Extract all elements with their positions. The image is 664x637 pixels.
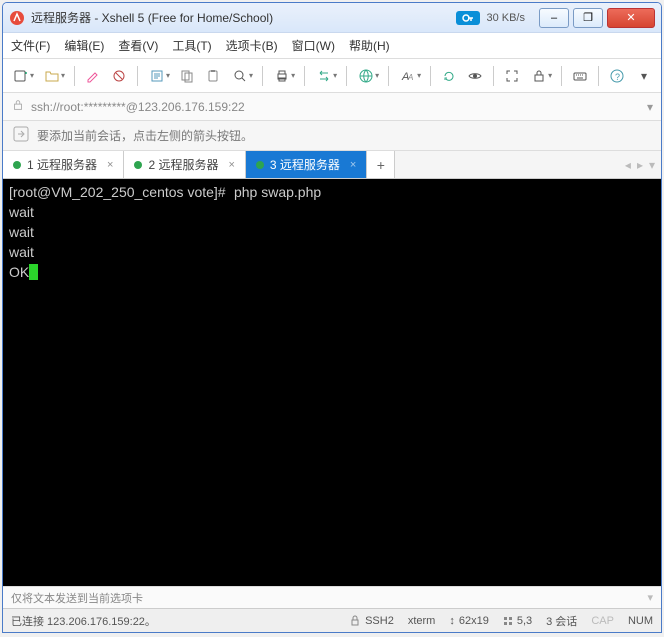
tab-session-2[interactable]: 2 远程服务器 × (124, 151, 245, 178)
toolbar: ▾ ▾ ▾ ▾ ▾ ▾ ▾ AA▾ ▾ ? ▾ (3, 59, 661, 93)
send-target-bar: 仅将文本发送到当前选项卡 ▾ (3, 586, 661, 608)
separator (598, 66, 599, 86)
terminal-line: wait (9, 204, 34, 220)
tabs-nav: ◂ ▸ ▾ (619, 151, 661, 178)
terminal-line: wait (9, 244, 34, 260)
copy-button[interactable] (176, 65, 198, 87)
terminal-command: php swap.php (234, 184, 321, 200)
menubar: 文件(F) 编辑(E) 查看(V) 工具(T) 选项卡(B) 窗口(W) 帮助(… (3, 33, 661, 59)
svg-text:?: ? (615, 72, 620, 82)
tab-close-icon[interactable]: × (228, 159, 234, 171)
network-rate: 30 KB/s (486, 12, 525, 24)
tabs-list-icon[interactable]: ▾ (649, 158, 655, 172)
address-text[interactable]: ssh://root:*********@123.206.176.159:22 (31, 100, 641, 114)
grid-icon (503, 616, 513, 626)
window-title: 远程服务器 - Xshell 5 (Free for Home/School) (31, 9, 456, 26)
lock-icon (11, 98, 25, 115)
separator (388, 66, 389, 86)
tab-session-3[interactable]: 3 远程服务器 × (246, 151, 367, 178)
font-button[interactable]: AA▾ (396, 65, 423, 87)
arrow-icon[interactable] (13, 126, 29, 145)
menu-window[interactable]: 窗口(W) (292, 37, 335, 54)
separator (561, 66, 562, 86)
open-folder-button[interactable]: ▾ (40, 65, 67, 87)
menu-file[interactable]: 文件(F) (11, 37, 50, 54)
paste-button[interactable] (202, 65, 224, 87)
overflow-button[interactable]: ▾ (633, 65, 655, 87)
network-badge (456, 11, 480, 25)
tab-label: 1 远程服务器 (27, 156, 97, 173)
close-button[interactable]: ✕ (607, 8, 655, 28)
terminal-prompt: [root@VM_202_250_centos vote]# (9, 184, 226, 200)
terminal-line: wait (9, 224, 34, 240)
separator (304, 66, 305, 86)
keyboard-button[interactable] (569, 65, 591, 87)
status-size: ↕ 62x19 (449, 613, 488, 629)
lock-icon (349, 615, 361, 627)
globe-button[interactable]: ▾ (354, 65, 381, 87)
separator (137, 66, 138, 86)
tab-session-1[interactable]: 1 远程服务器 × (3, 151, 124, 178)
status-connection: 已连接 123.206.176.159:22。 (11, 613, 156, 629)
app-window: 远程服务器 - Xshell 5 (Free for Home/School) … (2, 2, 662, 633)
new-session-button[interactable]: ▾ (9, 65, 36, 87)
address-bar: ssh://root:*********@123.206.176.159:22 … (3, 93, 661, 121)
tip-bar: 要添加当前会话，点击左侧的箭头按钮。 (3, 121, 661, 151)
cursor-icon (29, 264, 38, 280)
disconnect-button[interactable] (108, 65, 130, 87)
tip-text: 要添加当前会话，点击左侧的箭头按钮。 (37, 127, 253, 144)
refresh-button[interactable] (438, 65, 460, 87)
maximize-button[interactable]: ❐ (573, 8, 603, 28)
separator (430, 66, 431, 86)
search-button[interactable]: ▾ (228, 65, 255, 87)
terminal-line: OK (9, 264, 29, 280)
status-protocol: SSH2 (349, 613, 394, 629)
eye-button[interactable] (464, 65, 486, 87)
tabs-next-icon[interactable]: ▸ (637, 158, 643, 172)
menu-tabs[interactable]: 选项卡(B) (226, 37, 278, 54)
status-dot-icon (13, 161, 21, 169)
menu-view[interactable]: 查看(V) (118, 37, 158, 54)
status-sessions: 3 会话 (546, 613, 577, 629)
minimize-button[interactable]: – (539, 8, 569, 28)
lock-button[interactable]: ▾ (527, 65, 554, 87)
new-tab-button[interactable]: + (367, 151, 395, 178)
tab-close-icon[interactable]: × (350, 159, 356, 171)
tabs-prev-icon[interactable]: ◂ (625, 158, 631, 172)
status-bar: 已连接 123.206.176.159:22。 SSH2 xterm ↕ 62x… (3, 608, 661, 632)
key-icon (462, 12, 474, 24)
tab-label: 3 远程服务器 (270, 156, 340, 173)
titlebar: 远程服务器 - Xshell 5 (Free for Home/School) … (3, 3, 661, 33)
menu-help[interactable]: 帮助(H) (349, 37, 390, 54)
help-button[interactable]: ? (606, 65, 628, 87)
menu-tools[interactable]: 工具(T) (172, 37, 211, 54)
status-term: xterm (408, 613, 436, 629)
status-pos: 5,3 (503, 613, 532, 629)
status-dot-icon (134, 161, 142, 169)
status-cap: CAP (591, 613, 614, 629)
separator (493, 66, 494, 86)
separator (262, 66, 263, 86)
address-dropdown[interactable]: ▾ (647, 100, 653, 114)
send-target-dropdown[interactable]: ▾ (647, 591, 653, 604)
menu-edit[interactable]: 编辑(E) (64, 37, 104, 54)
send-target-text: 仅将文本发送到当前选项卡 (11, 590, 143, 606)
separator (74, 66, 75, 86)
separator (346, 66, 347, 86)
svg-text:A: A (407, 73, 413, 82)
status-dot-icon (256, 161, 264, 169)
terminal[interactable]: [root@VM_202_250_centos vote]# php swap.… (3, 179, 661, 586)
print-button[interactable]: ▾ (270, 65, 297, 87)
properties-button[interactable]: ▾ (145, 65, 172, 87)
app-icon (9, 10, 25, 26)
tab-label: 2 远程服务器 (148, 156, 218, 173)
tab-strip: 1 远程服务器 × 2 远程服务器 × 3 远程服务器 × + ◂ ▸ ▾ (3, 151, 661, 179)
status-num: NUM (628, 613, 653, 629)
fullscreen-button[interactable] (501, 65, 523, 87)
tab-close-icon[interactable]: × (107, 159, 113, 171)
transfer-button[interactable]: ▾ (312, 65, 339, 87)
highlighter-button[interactable] (82, 65, 104, 87)
